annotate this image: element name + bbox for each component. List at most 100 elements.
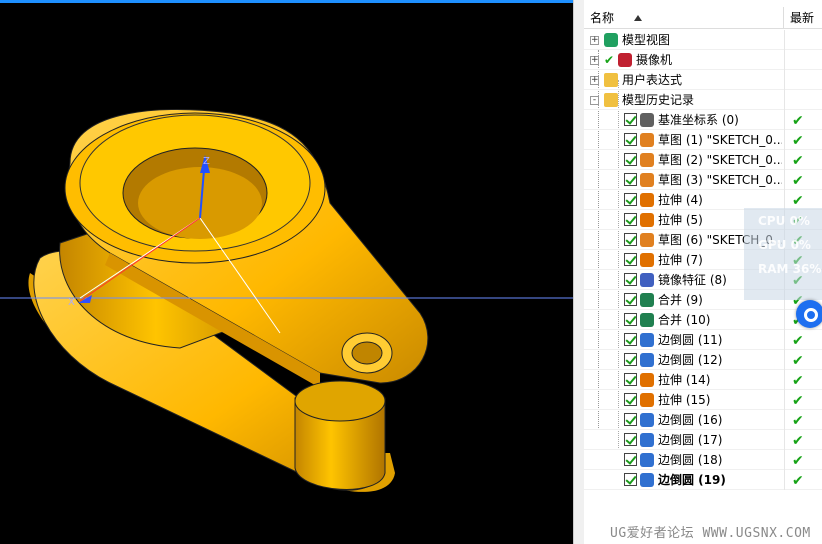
edge-blend-icon — [640, 413, 654, 427]
tree-node-label: 合并 (10) — [658, 313, 711, 327]
up-to-date-check-icon: ✔ — [792, 453, 804, 469]
tree-node-label: 边倒圆 (12) — [658, 353, 723, 367]
tree-node-label: 模型视图 — [622, 33, 671, 47]
collapse-icon[interactable]: - — [590, 96, 599, 105]
column-separator — [784, 130, 785, 150]
tree-node[interactable]: 基准坐标系 (0) ✔ — [584, 110, 822, 130]
column-separator — [784, 70, 785, 90]
unite-icon — [640, 293, 654, 307]
feature-checkbox[interactable] — [624, 453, 637, 466]
column-separator — [784, 410, 785, 430]
feature-checkbox[interactable] — [624, 333, 637, 346]
column-separator — [784, 310, 785, 330]
feature-checkbox[interactable] — [624, 113, 637, 126]
tree-node[interactable]: + 用户表达式 — [584, 70, 822, 90]
floating-assistant-button[interactable] — [796, 300, 822, 328]
feature-checkbox[interactable] — [624, 153, 637, 166]
tree-node[interactable]: - 模型历史记录 — [584, 90, 822, 110]
tree-node[interactable]: 边倒圆 (19) ✔ — [584, 470, 822, 490]
edge-blend-icon — [640, 453, 654, 467]
column-separator — [784, 330, 785, 350]
up-to-date-check-icon: ✔ — [792, 133, 804, 149]
expand-icon[interactable]: + — [590, 36, 599, 45]
tree-node-label: 摄像机 — [636, 53, 673, 67]
feature-checkbox[interactable] — [624, 273, 637, 286]
folder-icon — [604, 73, 618, 87]
column-name-label: 名称 — [590, 11, 615, 25]
feature-checkbox[interactable] — [624, 213, 637, 226]
feature-checkbox[interactable] — [624, 233, 637, 246]
up-to-date-check-icon: ✔ — [792, 373, 804, 389]
tree-node-label: 草图 (2) "SKETCH_0... — [658, 153, 782, 167]
feature-checkbox[interactable] — [624, 173, 637, 186]
feature-checkbox[interactable] — [624, 293, 637, 306]
column-name[interactable]: 名称 — [584, 7, 784, 29]
tree-node[interactable]: + 模型视图 — [584, 30, 822, 50]
pane-splitter[interactable] — [573, 0, 584, 544]
tree-node[interactable]: 边倒圆 (11) ✔ — [584, 330, 822, 350]
column-separator — [784, 370, 785, 390]
graphics-viewport[interactable]: X Z — [0, 0, 573, 544]
expand-icon[interactable]: + — [590, 76, 599, 85]
extrude-icon — [640, 193, 654, 207]
mirror-icon — [640, 273, 654, 287]
column-separator — [784, 170, 785, 190]
feature-checkbox[interactable] — [624, 473, 637, 486]
column-separator — [784, 190, 785, 210]
tree-node-label: 草图 (1) "SKETCH_0... — [658, 133, 782, 147]
tree-node-label: 用户表达式 — [622, 73, 683, 87]
tree-node[interactable]: 草图 (3) "SKETCH_0... ✔ — [584, 170, 822, 190]
tree-node[interactable]: 草图 (1) "SKETCH_0... ✔ — [584, 130, 822, 150]
up-to-date-check-icon: ✔ — [792, 173, 804, 189]
part-model[interactable]: X Z — [0, 3, 573, 544]
tree-node-label: 模型历史记录 — [622, 93, 695, 107]
tree-node[interactable]: 拉伸 (4) ✔ — [584, 190, 822, 210]
edge-blend-icon — [640, 353, 654, 367]
tree-node[interactable]: 草图 (2) "SKETCH_0... ✔ — [584, 150, 822, 170]
tree-node-label: 拉伸 (4) — [658, 193, 703, 207]
unite-icon — [640, 313, 654, 327]
tree-node[interactable]: 边倒圆 (12) ✔ — [584, 350, 822, 370]
extrude-icon — [640, 213, 654, 227]
sketch-icon — [640, 173, 654, 187]
tree-node[interactable]: + ✔ 摄像机 — [584, 50, 822, 70]
visible-check-icon[interactable]: ✔ — [604, 50, 614, 70]
tree-node[interactable]: 边倒圆 (16) ✔ — [584, 410, 822, 430]
sketch-icon — [640, 133, 654, 147]
tree-node-label: 基准坐标系 (0) — [658, 113, 739, 127]
feature-checkbox[interactable] — [624, 313, 637, 326]
feature-checkbox[interactable] — [624, 133, 637, 146]
column-separator — [784, 390, 785, 410]
tree-node[interactable]: 边倒圆 (18) ✔ — [584, 450, 822, 470]
feature-checkbox[interactable] — [624, 433, 637, 446]
feature-checkbox[interactable] — [624, 253, 637, 266]
tree-node[interactable]: 拉伸 (14) ✔ — [584, 370, 822, 390]
feature-checkbox[interactable] — [624, 193, 637, 206]
column-latest[interactable]: 最新 — [787, 7, 822, 29]
tree-node-label: 边倒圆 (11) — [658, 333, 723, 347]
model-views-icon — [604, 33, 618, 47]
feature-checkbox[interactable] — [624, 373, 637, 386]
gpu-usage: GPU 0% — [758, 238, 811, 252]
extrude-icon — [640, 393, 654, 407]
column-separator — [784, 30, 785, 50]
folder-open-icon — [604, 93, 618, 107]
column-separator — [784, 150, 785, 170]
tree-node[interactable]: 边倒圆 (17) ✔ — [584, 430, 822, 450]
up-to-date-check-icon: ✔ — [792, 473, 804, 489]
up-to-date-check-icon: ✔ — [792, 153, 804, 169]
feature-checkbox[interactable] — [624, 393, 637, 406]
feature-checkbox[interactable] — [624, 413, 637, 426]
column-separator — [784, 430, 785, 450]
tree-node[interactable]: 合并 (10)✔ — [584, 310, 822, 330]
tree-node-label: 边倒圆 (19) — [658, 473, 726, 487]
expand-icon[interactable]: + — [590, 56, 599, 65]
edge-blend-icon — [640, 333, 654, 347]
tree-node[interactable]: 拉伸 (15) ✔ — [584, 390, 822, 410]
up-to-date-check-icon: ✔ — [792, 413, 804, 429]
camera-icon — [618, 53, 632, 67]
performance-overlay: CPU 0% GPU 0% RAM 36% — [744, 208, 822, 300]
feature-checkbox[interactable] — [624, 353, 637, 366]
up-to-date-check-icon: ✔ — [792, 433, 804, 449]
extrude-icon — [640, 373, 654, 387]
